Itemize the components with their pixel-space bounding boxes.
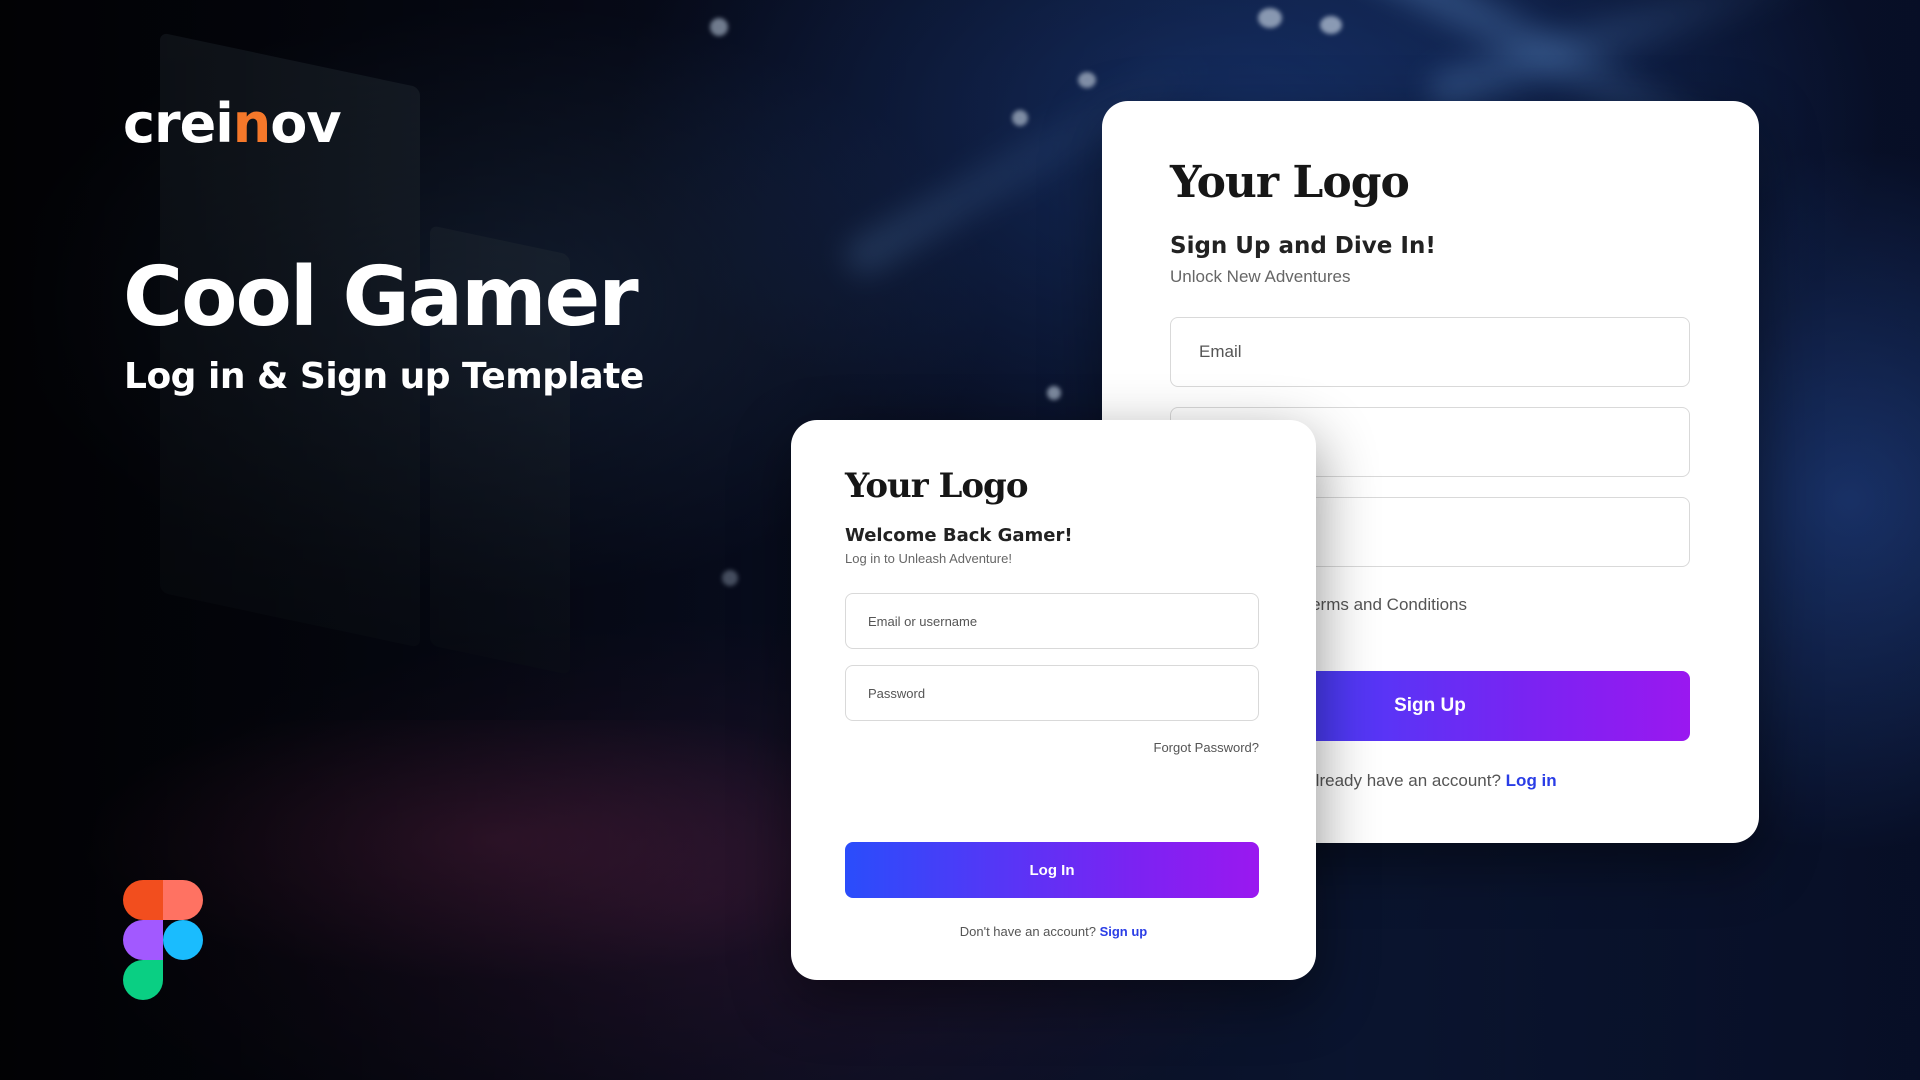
signup-prompt: Don't have an account? Sign up: [791, 924, 1316, 939]
signup-email-field[interactable]: [1170, 317, 1690, 387]
login-email-field[interactable]: [845, 593, 1259, 649]
hero-subtitle: Log in & Sign up Template: [124, 356, 644, 397]
login-heading: Welcome Back Gamer!: [845, 525, 1073, 546]
log-in-link[interactable]: Log in: [1506, 771, 1557, 790]
brand-logo: creinov: [123, 92, 342, 155]
signup-logo: Your Logo: [1170, 157, 1410, 208]
figma-icon: [123, 880, 203, 1000]
signup-subheading: Unlock New Adventures: [1170, 267, 1351, 286]
forgot-password-link[interactable]: Forgot Password?: [1154, 740, 1260, 755]
signup-heading: Sign Up and Dive In!: [1170, 233, 1436, 259]
login-password-field[interactable]: [845, 665, 1259, 721]
login-subheading: Log in to Unleash Adventure!: [845, 551, 1012, 566]
signup-prompt-text: Don't have an account?: [959, 924, 1096, 939]
login-logo: Your Logo: [845, 466, 1028, 506]
sign-up-link[interactable]: Sign up: [1100, 924, 1148, 939]
login-prompt-text: Already have an account?: [1304, 771, 1501, 790]
log-in-button[interactable]: Log In: [845, 842, 1259, 898]
hero-title: Cool Gamer: [123, 250, 639, 345]
login-card: Your Logo Welcome Back Gamer! Log in to …: [791, 420, 1316, 980]
